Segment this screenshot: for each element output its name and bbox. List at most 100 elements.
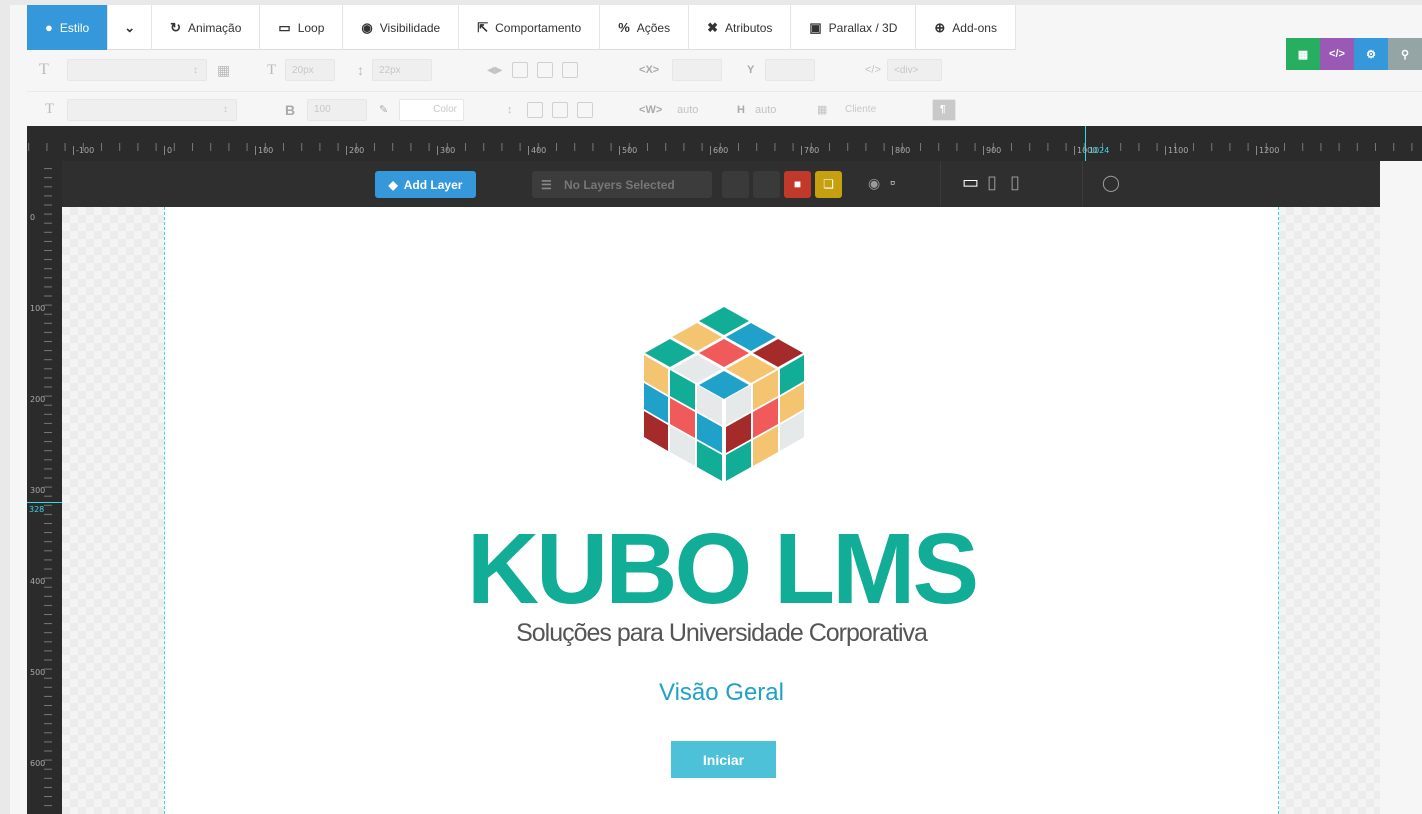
tablet-icon[interactable]: ▯ [987, 172, 997, 193]
line-height-input[interactable]: 22px [372, 59, 432, 81]
duplicate-layer-button[interactable]: ❏ [815, 171, 842, 198]
tab-addons[interactable]: ⊕ Add-ons [916, 5, 1016, 50]
tab-label: Animação [188, 20, 242, 35]
slide-grid: KUBO LMS Soluções para Universidade Corp… [164, 207, 1279, 814]
loop-icon: ▭ [278, 20, 291, 35]
h-label: H [737, 103, 745, 116]
delete-layer-button[interactable]: ■ [784, 171, 811, 198]
valign-bottom-icon[interactable] [577, 101, 593, 118]
vertical-ruler: 0 100 200 300 400 500 600 328 [27, 161, 62, 814]
ruler-label: 900 [983, 146, 1001, 155]
vruler-label: 200 [30, 395, 46, 404]
w-value[interactable]: auto [677, 104, 698, 116]
font-weight-select[interactable]: 100 [307, 98, 367, 121]
align-center-icon[interactable] [537, 62, 553, 78]
add-layer-button[interactable]: ◆ Add Layer [375, 171, 476, 198]
paragraph-button[interactable]: ¶ [932, 98, 956, 121]
brand-title[interactable]: KUBO LMS [165, 519, 1278, 619]
vision-heading[interactable]: Visão Geral [165, 679, 1278, 707]
tab-atributos[interactable]: ✖ Atributos [689, 5, 792, 50]
bold-icon: B [285, 101, 296, 118]
w-text: W [645, 103, 656, 116]
valign-arrows-icon: ↕ [507, 103, 513, 116]
y-label: Y [747, 64, 755, 76]
valign-middle-icon[interactable] [552, 101, 568, 118]
tools-icon: ✖ [707, 20, 719, 35]
style-toolbar-row-1: T ↕ ▦ T 20px ↕ 22px ◀▶ <X> Y </> <div> [27, 52, 1422, 88]
font-size-input[interactable]: 20px [285, 59, 335, 81]
copy-icon: ❏ [823, 177, 834, 191]
trash-icon: ■ [793, 177, 802, 191]
eye-icon: ◉ [361, 20, 373, 35]
tab-label: Visibilidade [379, 20, 441, 35]
tab-visibilidade[interactable]: ◉ Visibilidade [343, 5, 460, 50]
save-style-icon[interactable]: ▦ [217, 62, 230, 79]
tab-label: Atributos [725, 20, 773, 35]
divider [940, 161, 941, 207]
align-right-icon[interactable] [562, 62, 578, 78]
brand-subtitle[interactable]: Soluções para Universidade Corporativa [165, 619, 1278, 648]
style-toolbar-row-2: T ↕ B 100 ✎ Color ↕ <W> auto H auto ▦ Cl… [27, 91, 1422, 127]
layer-select[interactable]: ☰ No Layers Selected [532, 171, 712, 198]
layer-select-label: No Layers Selected [564, 177, 675, 192]
font-size-value: 20px [292, 64, 314, 76]
paragraph-icon: ¶ [940, 104, 946, 115]
tab-acoes[interactable]: % Ações [600, 5, 690, 50]
layer-action-1[interactable] [722, 171, 749, 198]
history-icon: ↻ [170, 20, 182, 35]
globe-edit-icon[interactable]: ◯ [1102, 173, 1120, 193]
tab-comportamento[interactable]: ⇱ Comportamento [459, 5, 601, 50]
valign-top-icon[interactable] [527, 101, 543, 118]
horizontal-ruler: -100 0 100 200 300 400 500 600 700 800 900 1000 1100… [27, 126, 1422, 161]
font-weight-value: 100 [314, 104, 331, 115]
select-arrows-icon: ↕ [223, 104, 228, 115]
ruler-label: -100 [73, 146, 94, 155]
tab-parallax[interactable]: ▣ Parallax / 3D [791, 5, 917, 50]
cover-icon: ▦ [817, 104, 828, 116]
eye-icon[interactable]: ◉ [868, 175, 880, 192]
vruler-marker: 328 [29, 505, 45, 514]
divider [1082, 161, 1083, 207]
x-label: <X> [639, 64, 660, 76]
plus-circle-icon: ⊕ [934, 20, 946, 35]
ruler-label: 1100 [1165, 146, 1188, 155]
start-button[interactable]: Iniciar [671, 741, 776, 778]
x-input[interactable] [672, 59, 722, 81]
tag-value: <div> [894, 64, 919, 76]
tab-loop[interactable]: ▭ Loop [260, 5, 344, 50]
x-text: X [645, 64, 653, 76]
tab-estilo[interactable]: ● Estilo [27, 5, 109, 50]
cover-select[interactable]: Cliente [839, 99, 899, 121]
ruler-label: 1200 [1256, 146, 1279, 155]
tag-select[interactable]: <div> [887, 59, 942, 81]
cover-value: Cliente [845, 104, 877, 115]
text-transform-select[interactable]: ↕ [67, 98, 237, 121]
unlock-icon[interactable]: ▫ [890, 174, 895, 190]
ruler-label: 500 [619, 146, 637, 155]
ruler-label: 200 [346, 146, 364, 155]
tab-label: Comportamento [495, 20, 582, 35]
add-layer-label: Add Layer [403, 177, 463, 192]
color-picker[interactable]: Color [399, 98, 464, 121]
align-left-icon[interactable] [512, 62, 528, 78]
ruler-label: 800 [892, 146, 910, 155]
tab-more[interactable]: ⌄ [108, 5, 153, 50]
ruler-label: 100 [255, 146, 273, 155]
desktop-icon[interactable]: ▭ [962, 172, 979, 193]
ruler-marker-line [1085, 126, 1086, 161]
slide-canvas: KUBO LMS Soluções para Universidade Corp… [62, 207, 1380, 814]
tab-bar: ● Estilo ⌄ ↻ Animação ▭ Loop ◉ Visibilid… [27, 5, 1016, 50]
color-label: Color [433, 104, 457, 115]
tab-animacao[interactable]: ↻ Animação [152, 5, 261, 50]
y-input[interactable] [765, 59, 815, 81]
ruler-ticks [27, 126, 1422, 161]
font-family-icon: T [39, 61, 49, 78]
tag-icon: </> [865, 64, 881, 76]
w-label: <W> [639, 103, 663, 116]
mobile-icon[interactable]: ▯ [1010, 172, 1020, 193]
expand-icon: ⇱ [477, 20, 489, 35]
h-value[interactable]: auto [755, 104, 776, 116]
layer-action-2[interactable] [753, 171, 780, 198]
chevron-down-icon: ⌄ [124, 20, 136, 35]
font-family-select[interactable]: ↕ [67, 59, 207, 81]
